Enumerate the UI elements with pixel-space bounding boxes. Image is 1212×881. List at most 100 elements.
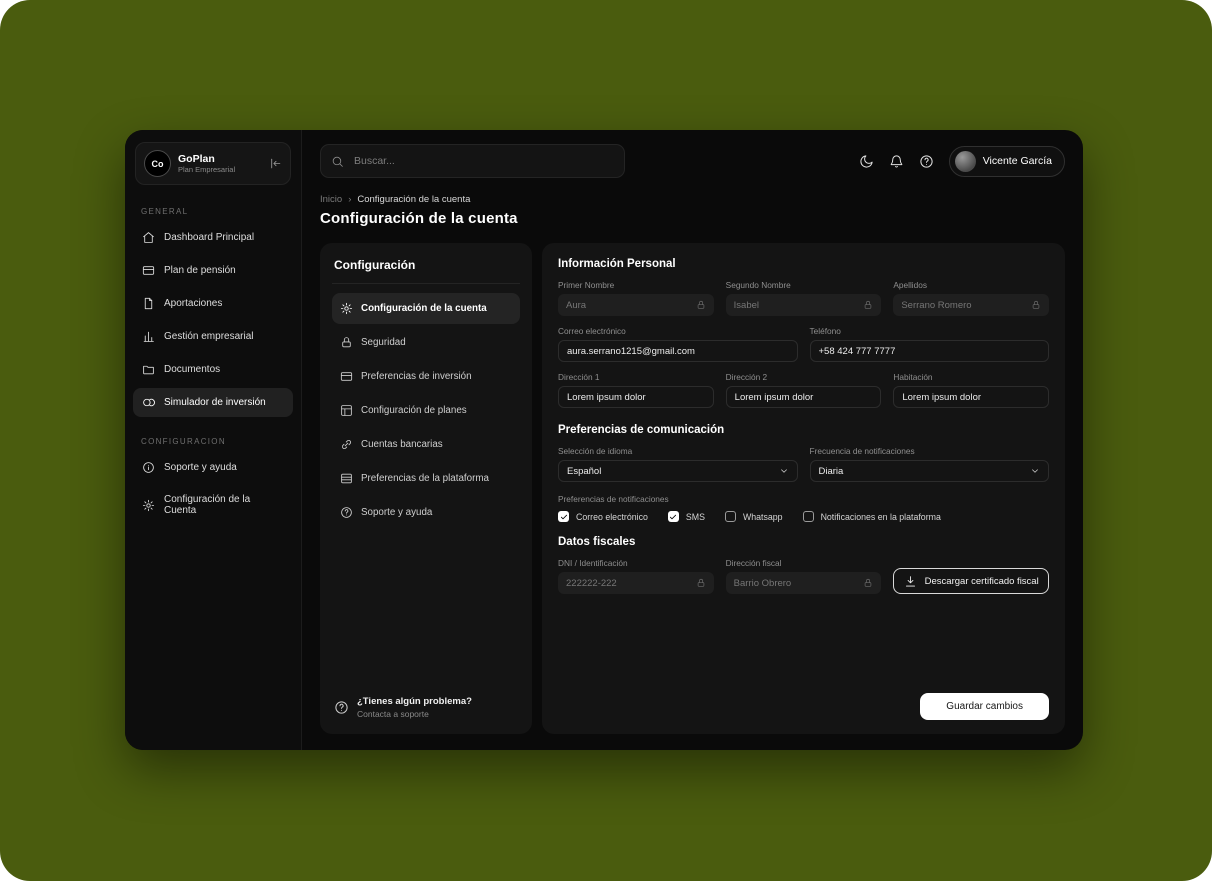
settings-tab-plan-settings[interactable]: Configuración de planes	[332, 395, 520, 426]
moon-icon	[860, 154, 873, 168]
dni-input: 222222-222	[558, 572, 714, 594]
settings-tab-account[interactable]: Configuración de la cuenta	[332, 293, 520, 324]
checkbox-box[interactable]	[667, 511, 679, 522]
email-input[interactable]	[567, 345, 789, 357]
field-label: Frecuencia de notificaciones	[809, 446, 915, 456]
sidebar: Co GoPlan Plan Empresarial GENERAL Dashb…	[125, 130, 302, 750]
settings-tab-label: Preferencias de inversión	[361, 371, 472, 382]
field-address2: Dirección 2	[725, 372, 882, 408]
sidebar-item-pension-plan[interactable]: Plan de pensión	[133, 256, 293, 285]
lock-icon	[697, 578, 704, 587]
settings-tab-support[interactable]: Soporte y ayuda	[332, 497, 520, 528]
field-dni: DNI / Identificación 222222-222	[558, 558, 714, 594]
breadcrumb-home[interactable]: Inicio	[320, 194, 342, 205]
collapse-icon	[271, 158, 281, 169]
room-input[interactable]	[902, 391, 1041, 403]
frequency-select[interactable]: Diaria	[809, 460, 1049, 482]
home-icon	[143, 232, 154, 243]
sidebar-item-business-management[interactable]: Gestión empresarial	[133, 322, 293, 351]
field-value: Serrano Romero	[901, 299, 972, 311]
field-label: Habitación	[893, 372, 933, 382]
sidebar-item-support[interactable]: Soporte y ayuda	[133, 453, 293, 482]
address1-input[interactable]	[567, 391, 705, 403]
field-room: Habitación	[893, 372, 1050, 408]
settings-tab-investment-preferences[interactable]: Preferencias de inversión	[332, 361, 520, 392]
settings-tab-label: Configuración de la cuenta	[361, 303, 487, 314]
page-title: Configuración de la cuenta	[320, 210, 518, 227]
address2-field-box	[725, 386, 882, 408]
list-icon	[341, 473, 352, 484]
help-footer[interactable]: ¿Tienes algún problema? Contacta a sopor…	[332, 692, 520, 720]
settings-tab-security[interactable]: Seguridad	[332, 327, 520, 358]
field-label: Dirección 1	[558, 372, 600, 382]
question-icon	[341, 507, 352, 518]
topbar-actions: Vicente García	[859, 145, 1065, 177]
checkbox-platform-notifications[interactable]: Notificaciones en la plataforma	[802, 511, 941, 522]
fiscal-title: Datos fiscales	[558, 536, 636, 548]
field-language: Selección de idioma Español	[558, 446, 798, 482]
app-window: Co GoPlan Plan Empresarial GENERAL Dashb…	[125, 130, 1083, 750]
lock-icon	[865, 300, 872, 309]
user-menu[interactable]: Vicente García	[948, 145, 1065, 177]
lock-icon	[342, 337, 351, 348]
email-field-box	[558, 340, 798, 362]
field-phone: Teléfono	[809, 326, 1049, 362]
settings-tab-label: Cuentas bancarias	[361, 439, 443, 450]
checkbox-box[interactable]	[802, 511, 814, 522]
name-row: Primer Nombre Aura Segundo Nombre Isabel	[558, 280, 1050, 316]
checkbox-whatsapp[interactable]: Whatsapp	[724, 511, 783, 522]
sidebar-item-dashboard[interactable]: Dashboard Principal	[133, 223, 293, 252]
notifications-button[interactable]	[889, 154, 904, 169]
help-button[interactable]	[919, 154, 934, 169]
save-changes-button[interactable]: Guardar cambios	[920, 693, 1049, 720]
bar-chart-icon	[143, 331, 154, 342]
chevron-down-icon	[780, 469, 787, 473]
checkbox-box[interactable]	[558, 511, 569, 522]
dark-mode-button[interactable]	[859, 154, 874, 169]
sidebar-item-label: Simulador de inversión	[164, 397, 266, 408]
question-icon	[335, 701, 348, 714]
field-label: Primer Nombre	[558, 280, 615, 290]
address2-input[interactable]	[734, 391, 873, 403]
settings-tab-bank-accounts[interactable]: Cuentas bancarias	[332, 429, 520, 460]
field-first-name: Primer Nombre Aura	[558, 280, 714, 316]
download-certificate-button[interactable]: Descargar certificado fiscal	[893, 568, 1050, 594]
sidebar-item-account-settings[interactable]: Configuración de la Cuenta	[133, 486, 293, 524]
sidebar-item-documents[interactable]: Documentos	[133, 355, 293, 384]
checkbox-sms[interactable]: SMS	[667, 511, 705, 522]
field-label: Dirección 2	[725, 372, 768, 382]
field-label: Dirección fiscal	[725, 558, 782, 568]
field-value: 222222-222	[566, 577, 617, 589]
field-frequency: Frecuencia de notificaciones Diaria	[809, 446, 1049, 482]
sidebar-item-contributions[interactable]: Aportaciones	[133, 289, 293, 318]
settings-tab-platform-preferences[interactable]: Preferencias de la plataforma	[332, 463, 520, 494]
sidebar-item-label: Plan de pensión	[164, 265, 236, 276]
checkbox-box[interactable]	[724, 511, 736, 522]
field-label: Segundo Nombre	[725, 280, 791, 290]
sidebar-section-general: GENERAL	[141, 207, 189, 216]
checkbox-email[interactable]: Correo electrónico	[558, 511, 648, 522]
check-icon	[560, 514, 567, 519]
field-label: Selección de idioma	[558, 446, 633, 456]
breadcrumb-current: Configuración de la cuenta	[357, 194, 471, 205]
sidebar-item-label: Soporte y ayuda	[164, 462, 237, 473]
gear-icon	[340, 302, 353, 315]
coins-icon	[143, 398, 155, 407]
info-icon	[143, 462, 154, 473]
language-select[interactable]: Español	[558, 460, 798, 482]
layout-icon	[341, 405, 352, 416]
desktop-background: Co GoPlan Plan Empresarial GENERAL Dashb…	[0, 0, 1212, 881]
link-icon	[342, 440, 351, 449]
communication-title: Preferencias de comunicación	[558, 424, 725, 436]
phone-input[interactable]	[818, 345, 1040, 357]
chevron-down-icon	[1032, 469, 1038, 473]
search-bar[interactable]	[320, 144, 625, 178]
room-field-box	[893, 386, 1050, 408]
collapse-sidebar-button[interactable]	[269, 157, 282, 170]
app-name: GoPlan	[178, 152, 215, 165]
help-texts: ¿Tienes algún problema? Contacta a sopor…	[357, 696, 472, 720]
phone-field-box	[809, 340, 1049, 362]
search-input[interactable]	[352, 154, 614, 168]
field-address1: Dirección 1	[558, 372, 714, 408]
sidebar-item-investment-simulator[interactable]: Simulador de inversión	[133, 388, 293, 417]
